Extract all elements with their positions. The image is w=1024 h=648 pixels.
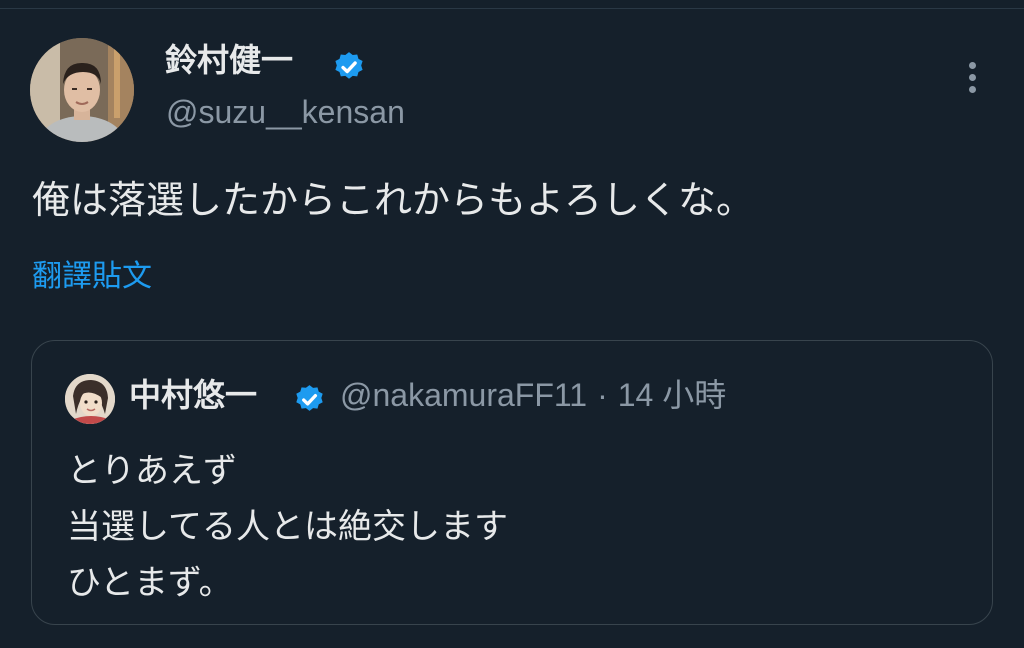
divider bbox=[0, 8, 1024, 9]
verified-badge-icon bbox=[296, 385, 323, 411]
quoted-tweet-line: ひとまず。 bbox=[67, 563, 233, 603]
quoted-author-avatar-image bbox=[65, 374, 115, 424]
translate-post-link[interactable]: 翻譯貼文 bbox=[32, 262, 152, 292]
author-avatar[interactable] bbox=[30, 38, 134, 142]
tweet-view: 鈴村健一 @suzu__kensan 俺は落選したからこれからもよろしくな。 翻… bbox=[0, 0, 1024, 648]
author-handle[interactable]: @suzu__kensan bbox=[166, 96, 405, 128]
quoted-author-avatar bbox=[65, 374, 115, 424]
meta-separator: · bbox=[597, 377, 608, 413]
tweet-text: 俺は落選したからこれからもよろしくな。 bbox=[32, 178, 755, 222]
quoted-tweet-line: 当選してる人とは絶交します bbox=[67, 507, 508, 547]
author-avatar-image bbox=[30, 38, 134, 142]
quoted-tweet-card[interactable]: 中村悠一 @nakamuraFF11 · 14 小時 とりあえず 当選してる人とは絶… bbox=[31, 340, 993, 625]
more-options-button[interactable] bbox=[960, 62, 984, 98]
quoted-author-handle[interactable]: @nakamuraFF11 bbox=[340, 377, 587, 413]
quoted-tweet-line: とりあえず bbox=[67, 451, 237, 491]
quoted-tweet-time[interactable]: 14 小時 bbox=[618, 377, 727, 413]
more-vertical-icon bbox=[960, 62, 984, 93]
quoted-author-name[interactable]: 中村悠一 bbox=[129, 379, 257, 411]
quoted-tweet-text: とりあえず 当選してる人とは絶交します ひとまず。 bbox=[67, 443, 508, 611]
verified-badge-icon bbox=[335, 52, 363, 79]
author-name[interactable]: 鈴村健一 bbox=[165, 44, 293, 76]
quoted-tweet-meta: @nakamuraFF11 · 14 小時 bbox=[340, 379, 726, 411]
